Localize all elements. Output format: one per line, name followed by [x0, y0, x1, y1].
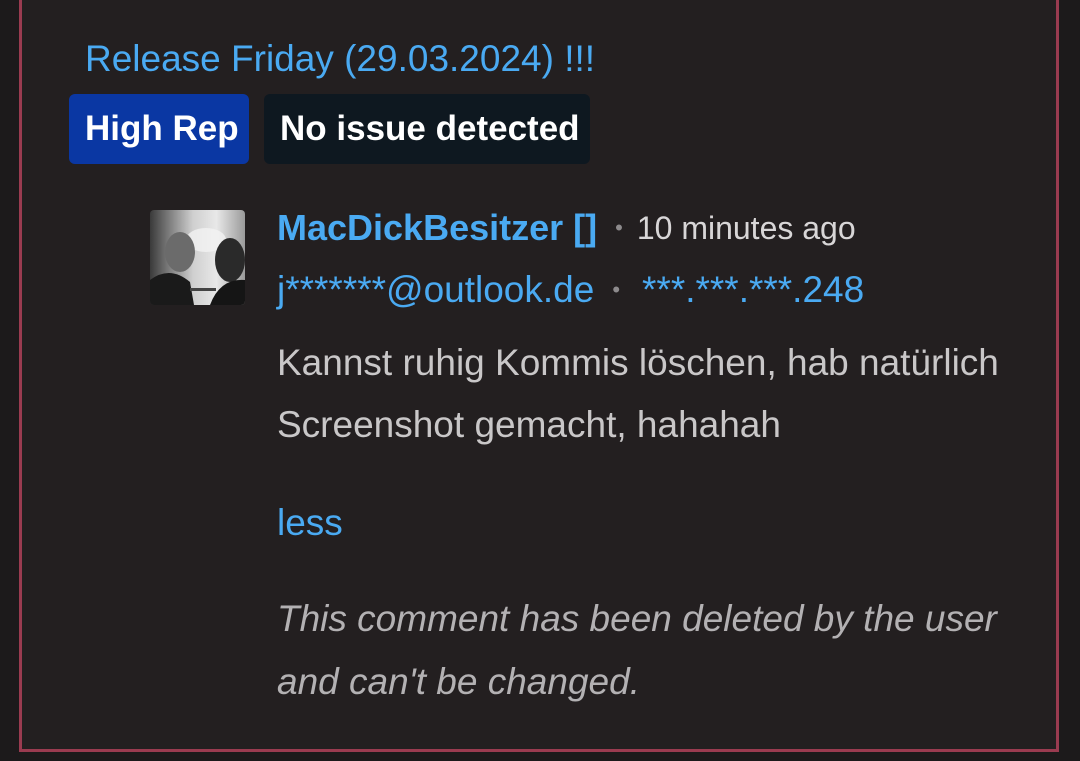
separator-dot: •	[615, 215, 623, 240]
comment-header: MacDickBesitzer [] • 10 minutes ago	[277, 204, 856, 252]
author-meta: j*******@outlook.de • ***.***.***.248	[277, 264, 864, 316]
deleted-notice: This comment has been deleted by the use…	[277, 598, 997, 702]
user-avatar-icon	[150, 210, 245, 305]
issue-status-badge: No issue detected	[264, 94, 590, 164]
post-title-link[interactable]: Release Friday (29.03.2024) !!!	[85, 38, 595, 80]
high-rep-badge: High Rep	[69, 94, 249, 164]
author-email-link[interactable]: j*******@outlook.de	[277, 269, 594, 311]
show-less-link[interactable]: less	[277, 502, 343, 544]
comment-timestamp: 10 minutes ago	[636, 209, 856, 246]
screen: Release Friday (29.03.2024) !!! High Rep…	[0, 0, 1080, 761]
avatar[interactable]	[150, 210, 245, 305]
author-name-link[interactable]: MacDickBesitzer []	[277, 207, 597, 249]
separator-dot: •	[612, 277, 621, 302]
author-ip-link[interactable]: ***.***.***.248	[642, 269, 864, 311]
comment-body: Kannst ruhig Kommis löschen, hab natürli…	[277, 342, 999, 445]
